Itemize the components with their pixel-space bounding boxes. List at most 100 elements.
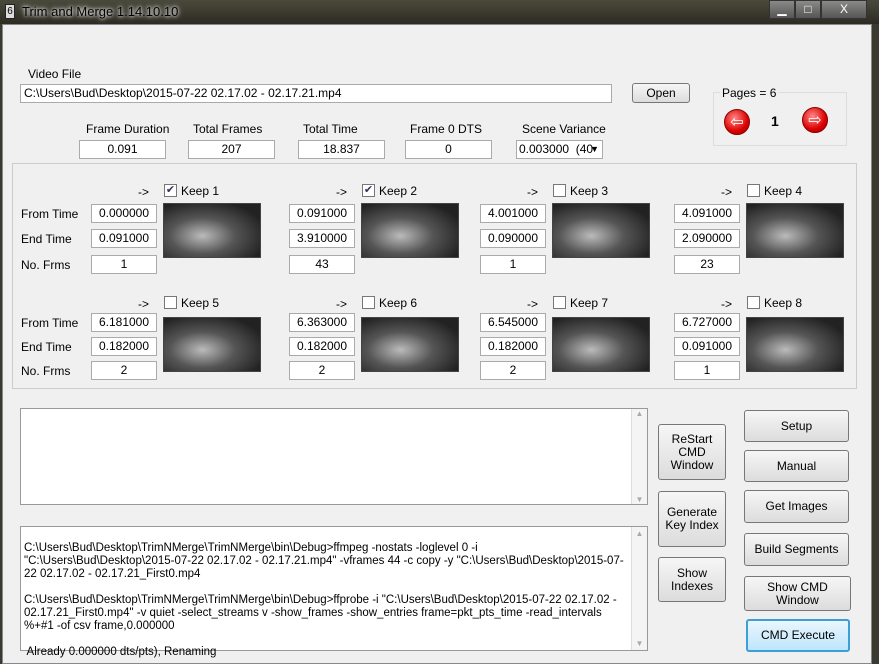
total-frames-label: Total Frames: [193, 122, 263, 136]
title-bar: 6 Trim and Merge 1.14.10.10 ▁ □ X: [0, 0, 879, 24]
current-page: 1: [771, 113, 779, 129]
total-time-field[interactable]: 18.837: [298, 140, 385, 159]
manual-button[interactable]: Manual: [744, 450, 849, 482]
keep-label: Keep 4: [764, 184, 803, 198]
keep-checkbox[interactable]: ✔: [362, 184, 375, 197]
frame-count-field[interactable]: 1: [674, 361, 740, 380]
from-time-field[interactable]: 4.091000: [674, 204, 740, 223]
keep-label: Keep 8: [764, 296, 803, 310]
segment-thumbnail: [361, 317, 459, 372]
keep-checkbox[interactable]: ✔: [164, 184, 177, 197]
segment-thumbnail: [552, 317, 650, 372]
open-button[interactable]: Open: [632, 83, 690, 103]
show-indexes-button[interactable]: Show Indexes: [658, 557, 726, 602]
from-time-field[interactable]: 4.001000: [480, 204, 546, 223]
keep-label: Keep 3: [570, 184, 609, 198]
end-time-label: End Time: [21, 232, 72, 246]
video-path-input[interactable]: C:\Users\Bud\Desktop\2015-07-22 02.17.02…: [20, 84, 612, 103]
prev-page-icon[interactable]: ⇦: [724, 109, 750, 135]
end-time-field[interactable]: 0.091000: [674, 337, 740, 356]
from-time-field[interactable]: 0.000000: [91, 204, 157, 223]
keep-checkbox[interactable]: [553, 184, 566, 197]
arrow-label: ->: [138, 297, 150, 311]
keep-label: Keep 7: [570, 296, 609, 310]
arrow-label: ->: [721, 297, 733, 311]
keep-checkbox[interactable]: [362, 296, 375, 309]
scene-variance-select[interactable]: 0.003000 (40 ▼: [516, 140, 603, 159]
end-time-field[interactable]: 0.182000: [289, 337, 355, 356]
frame-duration-label: Frame Duration: [86, 122, 170, 136]
end-time-field[interactable]: 0.091000: [91, 229, 157, 248]
from-time-field[interactable]: 0.091000: [289, 204, 355, 223]
frame0-dts-field[interactable]: 0: [405, 140, 492, 159]
setup-button[interactable]: Setup: [744, 410, 849, 442]
keep-checkbox[interactable]: [553, 296, 566, 309]
command-input[interactable]: ▲ ▼: [20, 408, 648, 505]
arrow-label: ->: [527, 185, 539, 199]
next-page-icon[interactable]: ⇨: [802, 107, 828, 133]
keep-checkbox[interactable]: [747, 296, 760, 309]
minimize-button[interactable]: ▁: [769, 0, 795, 19]
segment-thumbnail: [746, 317, 844, 372]
get-images-button[interactable]: Get Images: [744, 490, 849, 523]
generate-key-index-button[interactable]: Generate Key Index: [658, 491, 726, 547]
video-file-label: Video File: [28, 67, 82, 81]
arrow-label: ->: [721, 185, 733, 199]
total-time-label: Total Time: [303, 122, 358, 136]
from-time-field[interactable]: 6.545000: [480, 313, 546, 332]
from-time-label: From Time: [21, 207, 79, 221]
scrollbar[interactable]: ▲ ▼: [631, 527, 647, 650]
scrollbar[interactable]: ▲ ▼: [631, 409, 647, 504]
end-time-field[interactable]: 0.182000: [480, 337, 546, 356]
arrow-label: ->: [527, 297, 539, 311]
frame-count-field[interactable]: 43: [289, 255, 355, 274]
frame-duration-field[interactable]: 0.091: [79, 140, 166, 159]
cmd-execute-button[interactable]: CMD Execute: [746, 619, 850, 652]
arrow-label: ->: [138, 185, 150, 199]
log-line: C:\Users\Bud\Desktop\TrimNMerge\TrimNMer…: [24, 594, 617, 632]
log-line: Already 0.000000 dts/pts), Renaming: [24, 646, 217, 658]
arrow-label: ->: [336, 185, 348, 199]
from-time-field[interactable]: 6.181000: [91, 313, 157, 332]
pages-label: Pages = 6: [720, 86, 779, 100]
frame-count-field[interactable]: 1: [91, 255, 157, 274]
keep-label: Keep 1: [181, 184, 220, 198]
scene-variance-label: Scene Variance: [522, 122, 606, 136]
show-cmd-window-button[interactable]: Show CMD Window: [744, 576, 851, 611]
output-log[interactable]: C:\Users\Bud\Desktop\TrimNMerge\TrimNMer…: [20, 526, 648, 658]
frame-count-field[interactable]: 2: [480, 361, 546, 380]
frame0-dts-label: Frame 0 DTS: [410, 122, 483, 136]
build-segments-button[interactable]: Build Segments: [744, 533, 849, 566]
end-time-field[interactable]: 0.182000: [91, 337, 157, 356]
window-title: Trim and Merge 1.14.10.10: [22, 4, 179, 19]
frame-count-field[interactable]: 23: [674, 255, 740, 274]
frame-count-field[interactable]: 1: [480, 255, 546, 274]
log-line: C:\Users\Bud\Desktop\TrimNMerge\TrimNMer…: [24, 542, 624, 580]
from-time-field[interactable]: 6.727000: [674, 313, 740, 332]
segment-thumbnail: [552, 203, 650, 258]
keep-label: Keep 6: [379, 296, 418, 310]
end-time-label: End Time: [21, 340, 72, 354]
no-frms-label: No. Frms: [21, 364, 71, 378]
keep-label: Keep 2: [379, 184, 418, 198]
segment-thumbnail: [163, 317, 261, 372]
total-frames-field[interactable]: 207: [188, 140, 275, 159]
from-time-field[interactable]: 6.363000: [289, 313, 355, 332]
frame-count-field[interactable]: 2: [91, 361, 157, 380]
scene-variance-value: 0.003000 (40: [519, 142, 594, 156]
restart-cmd-window-button[interactable]: ReStart CMD Window: [658, 424, 726, 480]
keep-checkbox[interactable]: [164, 296, 177, 309]
arrow-label: ->: [336, 297, 348, 311]
frame-count-field[interactable]: 2: [289, 361, 355, 380]
maximize-button[interactable]: □: [795, 0, 821, 19]
end-time-field[interactable]: 2.090000: [674, 229, 740, 248]
close-button[interactable]: X: [821, 0, 867, 19]
keep-checkbox[interactable]: [747, 184, 760, 197]
end-time-field[interactable]: 3.910000: [289, 229, 355, 248]
from-time-label: From Time: [21, 316, 79, 330]
segment-thumbnail: [163, 203, 261, 258]
end-time-field[interactable]: 0.090000: [480, 229, 546, 248]
segment-thumbnail: [746, 203, 844, 258]
chevron-down-icon: ▼: [590, 144, 599, 154]
segment-thumbnail: [361, 203, 459, 258]
